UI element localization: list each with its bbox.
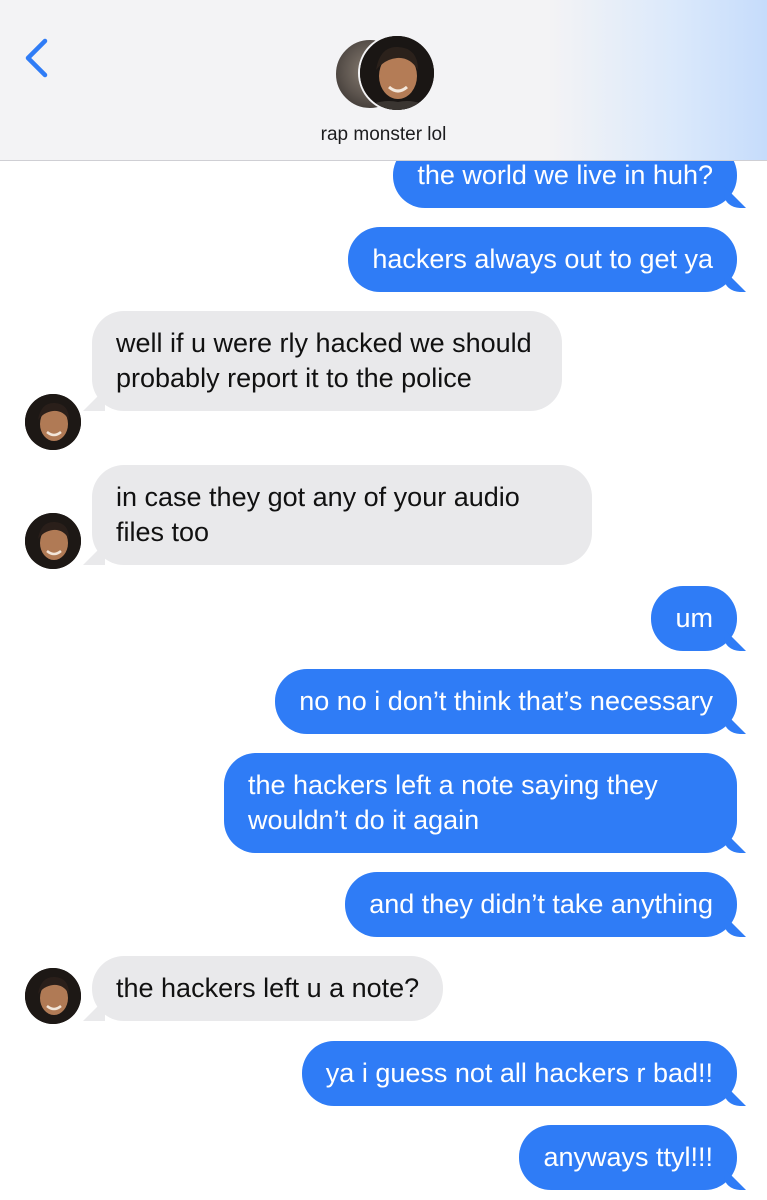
message-bubble-incoming[interactable]: in case they got any of your audio files… [92,465,592,565]
message-bubble-outgoing[interactable]: ya i guess not all hackers r bad!! [301,1041,737,1106]
person-photo-icon [360,36,434,110]
message-bubble-outgoing[interactable]: um [651,586,737,651]
back-button[interactable] [18,36,58,80]
contact-avatar[interactable] [25,968,81,1024]
conversation-header: rap monster lol [0,0,767,161]
message-bubble-outgoing[interactable]: the hackers left a note saying they woul… [224,753,737,853]
contact-avatar[interactable] [25,513,81,569]
message-bubble-incoming[interactable]: the hackers left u a note? [92,956,444,1021]
person-photo-icon [25,394,81,450]
message-bubble-outgoing[interactable]: hackers always out to get ya [348,227,737,292]
message-list[interactable]: the world we live in huh? hackers always… [0,0,767,1200]
contact-name[interactable]: rap monster lol [0,124,767,146]
message-bubble-outgoing[interactable]: anyways ttyl!!! [519,1125,737,1190]
person-photo-icon [25,513,81,569]
messages-screen: the world we live in huh? hackers always… [0,0,767,1200]
message-bubble-incoming[interactable]: well if u were rly hacked we should prob… [92,311,562,411]
person-photo-icon [25,968,81,1024]
contact-avatar [358,34,436,112]
contact-avatar[interactable] [25,394,81,450]
message-bubble-outgoing[interactable]: and they didn’t take anything [345,872,737,937]
contact-avatar-group[interactable] [334,34,436,112]
chevron-left-icon [25,38,48,78]
message-bubble-outgoing[interactable]: no no i don’t think that’s necessary [275,669,737,734]
